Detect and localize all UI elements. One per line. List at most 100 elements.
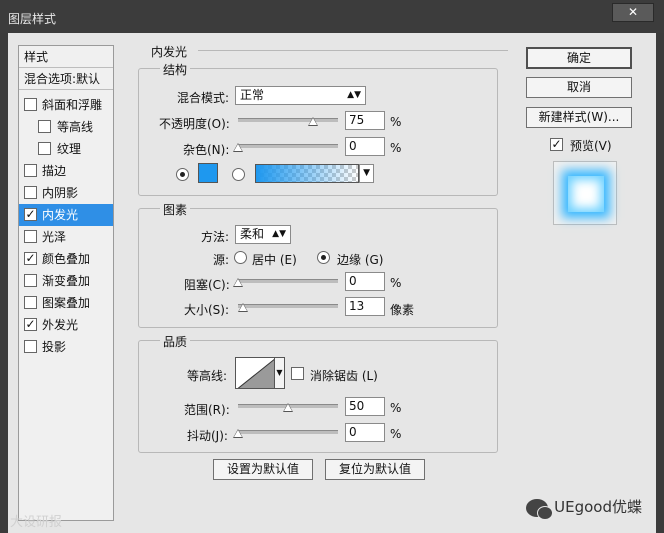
choke-input[interactable]: 0 bbox=[345, 272, 385, 291]
style-item[interactable]: 斜面和浮雕 bbox=[19, 94, 113, 116]
style-item[interactable]: 图案叠加 bbox=[19, 292, 113, 314]
choke-label: 阻塞(C): bbox=[184, 278, 230, 292]
style-item[interactable]: ✓ 外发光 bbox=[19, 314, 113, 336]
style-item-checkbox[interactable]: ✓ bbox=[24, 252, 37, 265]
wechat-icon bbox=[526, 498, 554, 520]
style-item-checkbox[interactable] bbox=[24, 296, 37, 309]
style-item-checkbox[interactable] bbox=[38, 142, 51, 155]
noise-slider[interactable] bbox=[238, 144, 338, 148]
jitter-label: 抖动(J): bbox=[187, 429, 228, 443]
contour-curve-icon bbox=[237, 358, 274, 388]
style-item[interactable]: 纹理 bbox=[19, 138, 113, 160]
range-input[interactable]: 50 bbox=[345, 397, 385, 416]
style-list: 样式 混合选项:默认 斜面和浮雕等高线 纹理描边内阴影 ✓ 内发光光泽 ✓ 颜色叠加渐变叠… bbox=[18, 45, 114, 521]
glow-color-swatch[interactable] bbox=[198, 163, 218, 183]
window-title: 图层样式 bbox=[8, 12, 57, 26]
choke-slider-thumb[interactable] bbox=[233, 278, 243, 287]
opacity-unit: % bbox=[390, 115, 402, 129]
opacity-slider[interactable] bbox=[238, 118, 338, 122]
glow-gradient-picker[interactable] bbox=[255, 164, 359, 183]
wechat-watermark-text: UEgood优蝶 bbox=[554, 498, 642, 516]
blend-options-item[interactable]: 混合选项:默认 bbox=[19, 68, 113, 90]
style-item-label: 描边 bbox=[42, 164, 67, 178]
style-item-checkbox[interactable] bbox=[24, 98, 37, 111]
noise-slider-thumb[interactable] bbox=[233, 143, 243, 152]
new-style-button[interactable]: 新建样式(W)... bbox=[526, 107, 632, 128]
style-item-checkbox[interactable] bbox=[24, 230, 37, 243]
style-item[interactable]: 渐变叠加 bbox=[19, 270, 113, 292]
style-item-label: 图案叠加 bbox=[42, 296, 91, 310]
cancel-button[interactable]: 取消 bbox=[526, 77, 632, 98]
opacity-label: 不透明度(O): bbox=[159, 117, 230, 131]
source-edge-label: 边缘 (G) bbox=[337, 253, 384, 267]
watermark-left: 大设研报 bbox=[10, 515, 63, 530]
contour-picker[interactable] bbox=[235, 357, 275, 389]
range-slider-thumb[interactable] bbox=[283, 403, 293, 412]
jitter-input[interactable]: 0 bbox=[345, 423, 385, 442]
style-item[interactable]: 投影 bbox=[19, 336, 113, 358]
style-item-label: 内阴影 bbox=[42, 186, 79, 200]
styles-header[interactable]: 样式 bbox=[19, 46, 113, 68]
style-item[interactable]: 光泽 bbox=[19, 226, 113, 248]
choke-unit: % bbox=[390, 276, 402, 290]
style-item-checkbox[interactable] bbox=[24, 274, 37, 287]
blend-options-label: 混合选项:默认 bbox=[24, 72, 101, 86]
size-input[interactable]: 13 bbox=[345, 297, 385, 316]
dropdown-arrow-icon: ▼ bbox=[276, 368, 283, 377]
method-select[interactable]: 柔和 ▲▼ bbox=[235, 225, 291, 244]
set-default-button[interactable]: 设置为默认值 bbox=[213, 459, 313, 480]
style-item-label: 颜色叠加 bbox=[42, 252, 91, 266]
style-item-label: 斜面和浮雕 bbox=[42, 98, 103, 112]
preview-label: 预览(V) bbox=[570, 139, 612, 153]
range-unit: % bbox=[390, 401, 402, 415]
reset-default-button[interactable]: 复位为默认值 bbox=[325, 459, 425, 480]
close-button[interactable]: ✕ bbox=[612, 3, 654, 22]
ok-button[interactable]: 确定 bbox=[526, 47, 632, 69]
style-item-checkbox[interactable]: ✓ bbox=[24, 318, 37, 331]
antialias-label: 消除锯齿 (L) bbox=[310, 369, 378, 383]
style-item[interactable]: 等高线 bbox=[19, 116, 113, 138]
dropdown-arrow-icon: ▲▼ bbox=[347, 90, 361, 100]
style-item-label: 外发光 bbox=[42, 318, 79, 332]
style-item-checkbox[interactable] bbox=[24, 164, 37, 177]
style-item-checkbox[interactable] bbox=[38, 120, 51, 133]
style-item[interactable]: 描边 bbox=[19, 160, 113, 182]
style-item-label: 光泽 bbox=[42, 230, 67, 244]
section-title: 内发光 bbox=[151, 45, 188, 59]
size-label: 大小(S): bbox=[184, 303, 230, 317]
choke-slider[interactable] bbox=[238, 279, 338, 283]
antialias-checkbox[interactable] bbox=[291, 367, 304, 380]
jitter-slider[interactable] bbox=[238, 430, 338, 434]
preview-checkbox[interactable]: ✓ bbox=[550, 138, 563, 151]
section-divider bbox=[198, 50, 508, 51]
style-item-checkbox[interactable] bbox=[24, 186, 37, 199]
style-item-checkbox[interactable]: ✓ bbox=[24, 208, 37, 221]
gradient-dropdown[interactable]: ▼ bbox=[359, 164, 374, 183]
dropdown-arrow-icon: ▲▼ bbox=[272, 229, 286, 239]
opacity-input[interactable]: 75 bbox=[345, 111, 385, 130]
title-bar: 图层样式 ✕ bbox=[0, 0, 664, 33]
style-item-label: 内发光 bbox=[42, 208, 79, 222]
opacity-slider-thumb[interactable] bbox=[308, 117, 318, 126]
style-item[interactable]: 内阴影 bbox=[19, 182, 113, 204]
contour-dropdown[interactable]: ▼ bbox=[275, 357, 285, 389]
style-item-label: 投影 bbox=[42, 340, 67, 354]
style-item[interactable]: ✓ 颜色叠加 bbox=[19, 248, 113, 270]
noise-unit: % bbox=[390, 141, 402, 155]
style-item-checkbox[interactable] bbox=[24, 340, 37, 353]
size-slider[interactable] bbox=[238, 304, 338, 308]
style-item-label: 渐变叠加 bbox=[42, 274, 91, 288]
jitter-slider-thumb[interactable] bbox=[233, 429, 243, 438]
structure-title: 结构 bbox=[160, 61, 191, 78]
styles-header-label: 样式 bbox=[24, 50, 49, 64]
source-edge-radio[interactable] bbox=[317, 251, 330, 264]
gradient-radio[interactable] bbox=[232, 168, 245, 181]
source-center-radio[interactable] bbox=[234, 251, 247, 264]
noise-input[interactable]: 0 bbox=[345, 137, 385, 156]
color-radio[interactable] bbox=[176, 168, 189, 181]
source-center-label: 居中 (E) bbox=[252, 253, 297, 267]
size-slider-thumb[interactable] bbox=[238, 303, 248, 312]
style-item[interactable]: ✓ 内发光 bbox=[19, 204, 113, 226]
wechat-watermark: UEgood优蝶 bbox=[526, 496, 642, 520]
blend-mode-select[interactable]: 正常 ▲▼ bbox=[235, 86, 366, 105]
